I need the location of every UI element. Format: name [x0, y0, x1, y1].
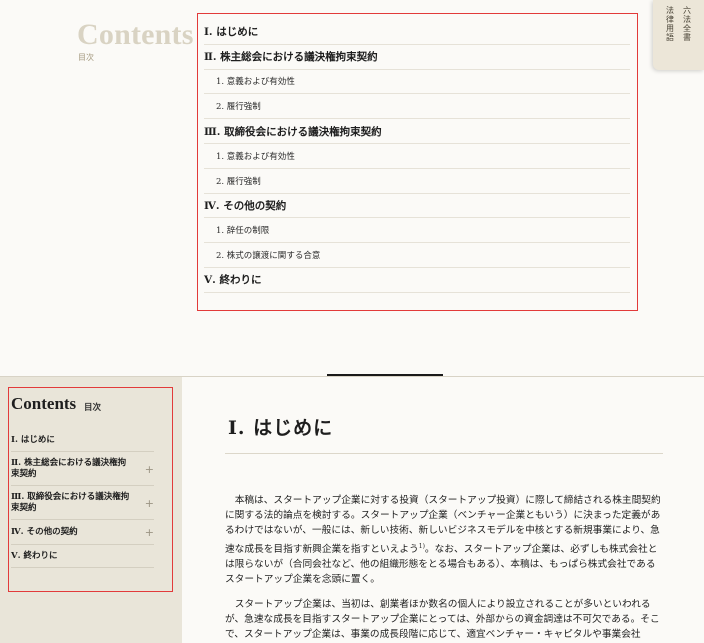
toc-item[interactable]: Ⅳ. その他の契約	[204, 194, 630, 219]
toc-panel: Ⅰ. はじめに Ⅱ. 株主総会における議決権拘束契約 1. 意義および有効性 2. 履…	[197, 13, 638, 311]
toc-subitem[interactable]: 1. 意義および有効性	[204, 144, 630, 169]
article-paragraph-1: 本稿は、スタートアップ企業に対する投資（スタートアップ投資）に際して締結される株…	[225, 493, 665, 587]
toc-subitem[interactable]: 2. 履行強制	[204, 169, 630, 194]
side-tab[interactable]: 法律用語 六法全書	[653, 0, 704, 70]
toc-list: Ⅰ. はじめに Ⅱ. 株主総会における議決権拘束契約 1. 意義および有効性 2. 履…	[204, 20, 630, 293]
sidebar-item[interactable]: Ⅱ. 株主総会における議決権拘束契約 +	[11, 452, 154, 486]
article-paragraph-2: スタートアップ企業は、当初は、創業者ほか数名の個人により設立されることが多いとい…	[225, 597, 665, 643]
sidebar-item[interactable]: Ⅰ. はじめに	[11, 429, 154, 452]
expand-plus-icon[interactable]: +	[145, 526, 154, 539]
contents-subheading: 目次	[78, 53, 94, 62]
expand-plus-icon[interactable]: +	[145, 497, 154, 510]
paragraph-2-text: スタートアップ企業は、当初は、創業者ほか数名の個人により設立されることが多いとい…	[225, 599, 660, 641]
toc-subitem[interactable]: 2. 株式の譲渡に関する合意	[204, 243, 630, 268]
article-title: Ⅰ. はじめに	[228, 417, 334, 439]
toc-subitem[interactable]: 1. 意義および有効性	[204, 70, 630, 95]
article: Ⅰ. はじめに 本稿は、スタートアップ企業に対する投資（スタートアップ投資）に際…	[182, 377, 704, 643]
article-title-rule	[225, 453, 663, 454]
sidebar-title: Contents	[11, 394, 77, 413]
sidebar-item-label: Ⅴ. 終わりに	[11, 551, 58, 561]
toc-subitem[interactable]: 2. 履行強制	[204, 94, 630, 120]
side-tab-label-legal-terms: 法律用語	[665, 6, 675, 42]
top-panel: Contents 目次 Ⅰ. はじめに Ⅱ. 株主総会における議決権拘束契約 1. …	[0, 0, 704, 376]
sidebar-item-label: Ⅱ. 株主総会における議決権拘束契約	[11, 458, 127, 479]
toc-item[interactable]: Ⅰ. はじめに	[204, 20, 630, 45]
toc-item[interactable]: Ⅱ. 株主総会における議決権拘束契約	[204, 45, 630, 70]
sidebar-list: Ⅰ. はじめに Ⅱ. 株主総会における議決権拘束契約 + Ⅲ. 取締役会における議決権…	[11, 429, 154, 568]
sidebar-title-sub: 目次	[84, 403, 102, 413]
sidebar-item-label: Ⅳ. その他の契約	[11, 527, 78, 537]
toc-subitem[interactable]: 1. 辞任の制限	[204, 218, 630, 244]
sidebar-item[interactable]: Ⅳ. その他の契約 +	[11, 520, 154, 545]
toc-item[interactable]: Ⅴ. 終わりに	[204, 268, 630, 293]
contents-heading: Contents	[77, 18, 194, 51]
expand-plus-icon[interactable]: +	[145, 463, 154, 476]
sidebar-item-label: Ⅲ. 取締役会における議決権拘束契約	[11, 492, 130, 513]
sidebar: Contents 目次 Ⅰ. はじめに Ⅱ. 株主総会における議決権拘束契約 + Ⅲ.…	[0, 377, 182, 643]
sidebar-item[interactable]: Ⅲ. 取締役会における議決権拘束契約 +	[11, 486, 154, 520]
sidebar-item-label: Ⅰ. はじめに	[11, 435, 55, 445]
sidebar-item[interactable]: Ⅴ. 終わりに	[11, 545, 154, 568]
toc-item[interactable]: Ⅲ. 取締役会における議決権拘束契約	[204, 119, 630, 144]
side-tab-label-compendium: 六法全書	[682, 6, 692, 42]
